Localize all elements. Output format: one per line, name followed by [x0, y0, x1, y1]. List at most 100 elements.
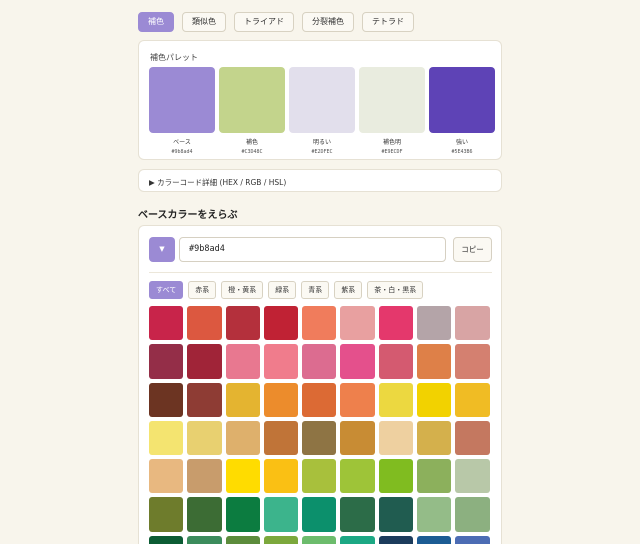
color-cell[interactable]	[417, 497, 452, 532]
color-cell[interactable]	[417, 535, 452, 544]
filter-chip-2[interactable]: 橙・黄系	[221, 281, 264, 299]
chevron-down-icon: ▼	[159, 245, 165, 253]
color-cell[interactable]	[187, 420, 222, 456]
color-cell[interactable]	[378, 382, 414, 417]
color-cell[interactable]	[225, 497, 260, 532]
color-cell[interactable]	[340, 459, 375, 494]
color-cell[interactable]	[187, 306, 222, 341]
palette-card: 補色パレット ベース #9b8ad4 補色 #C3D48C 明るい #E2DFEC 補色明 #…	[138, 40, 502, 160]
tab-0[interactable]: 補色	[138, 12, 174, 32]
color-cell[interactable]	[263, 382, 299, 417]
color-cell[interactable]	[340, 535, 375, 544]
color-cell[interactable]	[187, 344, 222, 379]
color-cell[interactable]	[455, 382, 490, 417]
tab-4[interactable]: テトラド	[362, 12, 414, 32]
color-cell[interactable]	[340, 420, 375, 456]
color-cell[interactable]	[302, 535, 337, 544]
swatch-color-box[interactable]	[429, 67, 495, 133]
swatch-label: 明るい	[312, 139, 331, 146]
swatch-label: 強い	[455, 139, 468, 146]
color-cell[interactable]	[378, 344, 414, 379]
palette-swatch[interactable]: 補色 #C3D48C	[219, 67, 285, 155]
copy-button[interactable]: コピー	[453, 237, 492, 262]
color-cell[interactable]	[149, 344, 184, 379]
palette-title: 補色パレット	[150, 53, 198, 62]
swatch-label: ベース	[173, 139, 191, 146]
color-cell[interactable]	[340, 382, 375, 417]
color-cell[interactable]	[263, 344, 299, 379]
swatch-label: 補色	[245, 139, 258, 146]
filter-chip-4[interactable]: 青系	[301, 281, 330, 299]
color-cell[interactable]	[149, 382, 184, 417]
color-cell[interactable]	[263, 420, 299, 456]
color-cell[interactable]	[455, 344, 490, 379]
color-cell[interactable]	[302, 306, 337, 341]
color-cell[interactable]	[417, 459, 452, 494]
color-cell[interactable]	[302, 382, 337, 417]
color-cell[interactable]	[378, 306, 414, 341]
color-cell[interactable]	[455, 420, 490, 456]
color-cell[interactable]	[225, 344, 260, 379]
color-cell[interactable]	[263, 459, 299, 494]
color-cell[interactable]	[149, 306, 184, 341]
color-cell[interactable]	[263, 535, 299, 544]
hex-input[interactable]: #9b8ad4	[179, 237, 446, 262]
color-dropdown-button[interactable]: ▼	[149, 237, 175, 262]
filter-chip-6[interactable]: 茶・白・黒系	[367, 281, 424, 299]
filter-chip-3[interactable]: 緑系	[268, 281, 297, 299]
color-cell[interactable]	[149, 459, 184, 494]
palette-swatch[interactable]: 強い #5E43B6	[429, 67, 495, 155]
color-cell[interactable]	[378, 459, 414, 494]
color-cell[interactable]	[340, 344, 375, 379]
tab-1[interactable]: 類似色	[182, 12, 226, 32]
color-cell[interactable]	[302, 344, 337, 379]
color-cell[interactable]	[378, 535, 414, 544]
color-cell[interactable]	[417, 420, 452, 456]
color-code-details[interactable]: ▶ カラーコード詳細 (HEX / RGB / HSL)	[138, 169, 502, 192]
color-cell[interactable]	[225, 382, 260, 417]
color-cell[interactable]	[455, 535, 490, 544]
color-cell[interactable]	[187, 497, 222, 532]
color-cell[interactable]	[417, 344, 452, 379]
color-cell[interactable]	[225, 459, 260, 494]
filter-chip-0[interactable]: すべて	[149, 281, 184, 299]
color-cell[interactable]	[225, 420, 260, 456]
color-cell[interactable]	[455, 497, 490, 532]
color-cell[interactable]	[340, 497, 375, 532]
filter-chip-5[interactable]: 紫系	[334, 281, 363, 299]
color-cell[interactable]	[302, 497, 337, 532]
color-cell[interactable]	[149, 497, 184, 532]
tab-3[interactable]: 分裂補色	[302, 12, 354, 32]
color-cell[interactable]	[149, 535, 184, 544]
filter-chip-1[interactable]: 赤系	[188, 281, 217, 299]
color-cell[interactable]	[263, 306, 299, 341]
color-cell[interactable]	[455, 459, 490, 494]
color-cell[interactable]	[378, 420, 414, 456]
color-cell[interactable]	[187, 459, 222, 494]
details-toggle-label[interactable]: ▶ カラーコード詳細 (HEX / RGB / HSL)	[149, 177, 286, 188]
color-cell[interactable]	[302, 459, 337, 494]
color-cell[interactable]	[378, 497, 414, 532]
color-cell[interactable]	[302, 420, 337, 456]
palette-swatch[interactable]: 明るい #E2DFEC	[289, 67, 355, 155]
swatch-color-box[interactable]	[289, 67, 355, 133]
color-cell[interactable]	[340, 306, 375, 341]
color-cell[interactable]	[455, 306, 490, 341]
color-cell[interactable]	[263, 497, 299, 532]
scheme-tabs: 補色 類似色 トライアド 分裂補色 テトラド	[138, 12, 414, 32]
palette-swatch[interactable]: 補色明 #E9ECDF	[359, 67, 425, 155]
color-cell[interactable]	[149, 420, 184, 456]
color-cell[interactable]	[187, 382, 222, 417]
swatch-hex: #E9ECDF	[381, 149, 403, 155]
swatch-color-box[interactable]	[359, 67, 425, 133]
color-cell[interactable]	[187, 535, 222, 544]
color-cell[interactable]	[225, 535, 260, 544]
palette-swatch[interactable]: ベース #9b8ad4	[149, 67, 215, 155]
color-cell[interactable]	[417, 306, 452, 341]
tab-2[interactable]: トライアド	[234, 12, 294, 32]
swatch-color-box[interactable]	[149, 67, 215, 133]
color-cell[interactable]	[417, 382, 452, 417]
color-cell[interactable]	[225, 306, 260, 341]
divider	[149, 272, 492, 273]
swatch-color-box[interactable]	[219, 67, 285, 133]
